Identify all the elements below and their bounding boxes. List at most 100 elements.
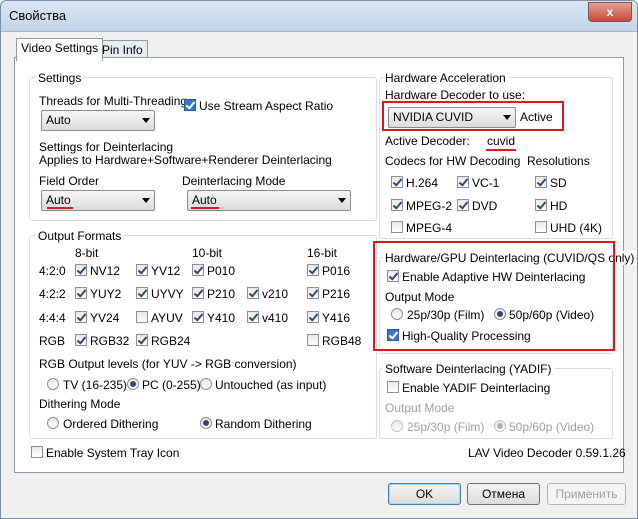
- cancel-button[interactable]: Отмена: [467, 483, 540, 505]
- sw-film-radio[interactable]: [391, 420, 403, 432]
- rgb48-label: RGB48: [322, 334, 362, 348]
- p010-label: P010: [207, 264, 236, 278]
- nv12-checkbox[interactable]: [75, 264, 87, 276]
- sw-video-label: 50p/60p (Video): [509, 420, 595, 434]
- col-10bit-label: 10-bit: [192, 246, 223, 260]
- p210-label: P210: [207, 287, 236, 301]
- close-button[interactable]: x: [588, 2, 632, 22]
- threads-label: Threads for Multi-Threading: [39, 94, 188, 108]
- ordered-dithering-radio[interactable]: [47, 417, 59, 429]
- red-underline: [47, 207, 73, 209]
- yuy2-label: YUY2: [90, 287, 122, 301]
- untouched-radio[interactable]: [200, 378, 212, 390]
- v410-checkbox[interactable]: [247, 311, 259, 323]
- output-formats-title: Output Formats: [36, 229, 124, 243]
- row-422-label: 4:2:2: [39, 287, 66, 301]
- random-dithering-radio[interactable]: [200, 417, 212, 429]
- mpeg2-label: MPEG-2: [406, 199, 453, 213]
- rgb32-label: RGB32: [90, 334, 130, 348]
- active-decoder-label: Active Decoder:: [385, 134, 470, 148]
- col-8bit-label: 8-bit: [75, 246, 99, 260]
- rgb48-checkbox[interactable]: [307, 334, 319, 346]
- hw-accel-title: Hardware Acceleration: [383, 71, 508, 85]
- dvd-checkbox[interactable]: [457, 199, 469, 211]
- rgb24-checkbox[interactable]: [136, 334, 148, 346]
- title-bar: Свойства x: [1, 1, 637, 32]
- h264-label: H.264: [406, 176, 439, 190]
- uhd-label: UHD (4K): [550, 221, 603, 235]
- nv12-label: NV12: [90, 264, 121, 278]
- p016-label: P016: [322, 264, 351, 278]
- field-order-label: Field Order: [39, 174, 100, 188]
- threads-combo[interactable]: Auto: [41, 110, 155, 131]
- vc1-label: VC-1: [472, 176, 500, 190]
- y416-checkbox[interactable]: [307, 311, 319, 323]
- sw-video-radio[interactable]: [494, 420, 506, 432]
- properties-dialog: Свойства x Video Settings Pin Info Setti…: [0, 0, 638, 519]
- sw-film-label: 25p/30p (Film): [407, 420, 485, 434]
- red-highlight-box: [373, 241, 615, 351]
- settings-group-title: Settings: [36, 71, 84, 85]
- rgb-levels-label: RGB Output levels (for YUV -> RGB conver…: [39, 357, 297, 371]
- col-16bit-label: 16-bit: [307, 246, 338, 260]
- y410-checkbox[interactable]: [192, 311, 204, 323]
- yadif-checkbox[interactable]: [387, 381, 399, 393]
- p010-checkbox[interactable]: [192, 264, 204, 276]
- resolutions-label: Resolutions: [527, 154, 590, 168]
- pc-range-radio[interactable]: [127, 378, 139, 390]
- yv12-checkbox[interactable]: [136, 264, 148, 276]
- v210-checkbox[interactable]: [247, 287, 259, 299]
- ordered-dithering-label: Ordered Dithering: [63, 417, 159, 431]
- sd-checkbox[interactable]: [535, 176, 547, 188]
- field-order-value: Auto: [46, 193, 71, 207]
- ayuv-label: AYUV: [151, 311, 183, 325]
- threads-value: Auto: [46, 113, 71, 127]
- deint-applies-label: Applies to Hardware+Software+Renderer De…: [39, 153, 332, 167]
- p016-checkbox[interactable]: [307, 264, 319, 276]
- mpeg4-checkbox[interactable]: [391, 221, 403, 233]
- tv-range-radio[interactable]: [47, 378, 59, 390]
- yadif-label: Enable YADIF Deinterlacing: [402, 381, 551, 395]
- deint-mode-value: Auto: [192, 193, 217, 207]
- deint-mode-label: Deinterlacing Mode: [182, 174, 286, 188]
- ok-button[interactable]: OK: [388, 483, 461, 505]
- row-420-label: 4:2:0: [39, 264, 66, 278]
- hd-checkbox[interactable]: [535, 199, 547, 211]
- aspect-ratio-checkbox[interactable]: [184, 99, 196, 111]
- rgb32-checkbox[interactable]: [75, 334, 87, 346]
- uyvy-checkbox[interactable]: [136, 287, 148, 299]
- random-dithering-label: Random Dithering: [215, 417, 312, 431]
- p216-checkbox[interactable]: [307, 287, 319, 299]
- codecs-label: Codecs for HW Decoding: [385, 154, 521, 168]
- untouched-label: Untouched (as input): [215, 378, 327, 392]
- version-label: LAV Video Decoder 0.59.1.26: [468, 446, 626, 460]
- p210-checkbox[interactable]: [192, 287, 204, 299]
- mpeg2-checkbox[interactable]: [391, 199, 403, 211]
- apply-button[interactable]: Применить: [547, 483, 626, 505]
- row-444-label: 4:4:4: [39, 311, 66, 325]
- chevron-down-icon: [338, 198, 346, 203]
- system-tray-label: Enable System Tray Icon: [46, 446, 180, 460]
- active-decoder-value: cuvid: [487, 134, 516, 148]
- uhd-checkbox[interactable]: [535, 221, 547, 233]
- y416-label: Y416: [322, 311, 351, 325]
- ayuv-checkbox[interactable]: [136, 311, 148, 323]
- tab-video-settings[interactable]: Video Settings: [16, 38, 104, 61]
- yv24-checkbox[interactable]: [75, 311, 87, 323]
- sw-deint-title: Software Deinterlacing (YADIF): [383, 362, 554, 376]
- rgb24-label: RGB24: [151, 334, 191, 348]
- hw-decoder-label: Hardware Decoder to use:: [385, 88, 526, 102]
- dvd-label: DVD: [472, 199, 498, 213]
- sd-label: SD: [550, 176, 567, 190]
- system-tray-checkbox[interactable]: [31, 446, 43, 458]
- uyvy-label: UYVY: [151, 287, 184, 301]
- red-underline: [486, 149, 516, 151]
- tab-panel: Settings Threads for Multi-Threading Aut…: [14, 57, 637, 473]
- deint-settings-label: Settings for Deinterlacing: [39, 140, 174, 154]
- sw-output-mode-label: Output Mode: [385, 401, 455, 415]
- tv-range-label: TV (16-235): [63, 378, 128, 392]
- v410-label: v410: [262, 311, 289, 325]
- vc1-checkbox[interactable]: [457, 176, 469, 188]
- h264-checkbox[interactable]: [391, 176, 403, 188]
- yuy2-checkbox[interactable]: [75, 287, 87, 299]
